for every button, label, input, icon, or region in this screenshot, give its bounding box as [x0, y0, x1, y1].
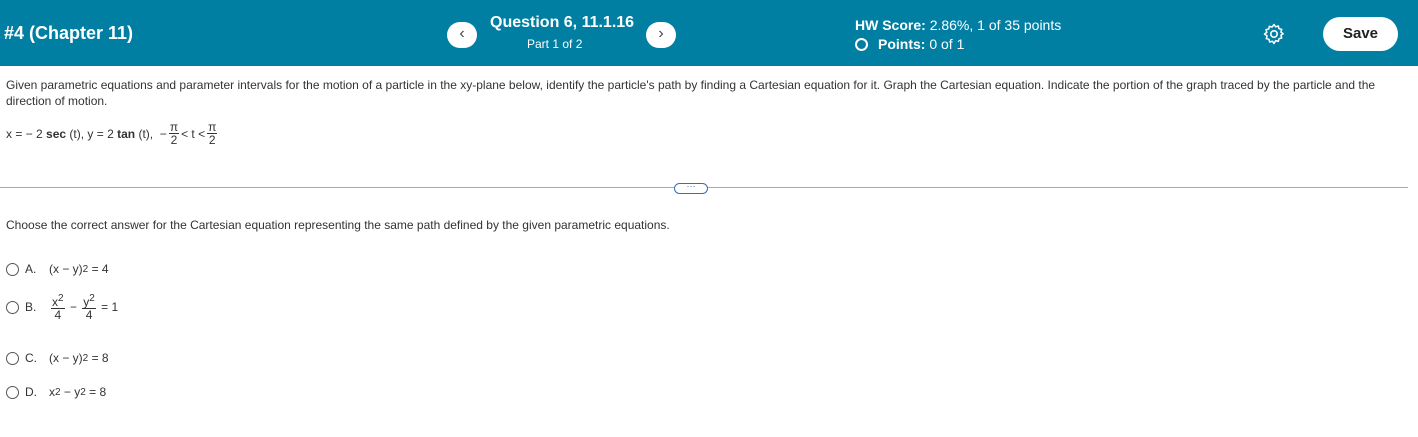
radio-button[interactable] [6, 351, 19, 365]
radio-button[interactable] [6, 300, 19, 314]
interval-middle: < t < [181, 126, 206, 141]
points-value: 0 of 1 [929, 36, 965, 52]
choice-base: (x − y) [49, 351, 83, 365]
x-squared-over-4: x2 4 [51, 293, 65, 321]
hw-score: HW Score: 2.86%, 1 of 35 points [855, 17, 1061, 33]
points-label: Points: [878, 36, 926, 52]
x-function: sec [46, 126, 67, 141]
choice-letter: B. [25, 300, 37, 314]
choice-exponent-y: 2 [80, 386, 86, 398]
radio-button[interactable] [6, 385, 19, 399]
interval-negative: − [159, 126, 167, 141]
interval-lower-fraction: π2 [168, 121, 180, 147]
fraction-exponent: 2 [58, 293, 64, 304]
choice-c[interactable]: C. (x − y) 2 = 8 [6, 351, 109, 365]
y-function: tan [117, 126, 136, 141]
choice-rhs: = 8 [89, 385, 107, 399]
choice-minus-y: − y [63, 385, 81, 399]
minus-sign: − [69, 300, 77, 314]
assignment-title: t #4 (Chapter 11) [0, 23, 134, 43]
x-equation-prefix: x = − 2 [6, 126, 43, 141]
choice-exponent: 2 [82, 352, 89, 364]
fraction-denominator: 2 [170, 133, 178, 147]
choice-letter: C. [25, 351, 37, 365]
radio-button[interactable] [6, 262, 19, 276]
question-part: Part 1 of 2 [527, 37, 583, 51]
choice-d[interactable]: D. x2 − y2 = 8 [6, 385, 106, 399]
choice-b[interactable]: B. x2 4 − y2 4 = 1 [6, 293, 118, 321]
previous-question-button[interactable]: ‹ [447, 22, 477, 48]
fraction-denominator: 4 [85, 308, 93, 322]
fraction-exponent: 2 [89, 293, 95, 304]
hw-score-label: HW Score: [855, 17, 926, 33]
points-status-icon [855, 37, 868, 51]
choice-exponent: 2 [82, 263, 89, 275]
y-argument: (t), [138, 126, 154, 141]
choice-letter: D. [25, 385, 37, 399]
save-button[interactable]: Save [1323, 17, 1398, 51]
hw-score-value: 2.86%, 1 of 35 points [929, 17, 1062, 33]
question-title: Question 6, 11.1.16 [490, 14, 635, 31]
question-prompt: Given parametric equations and parameter… [6, 78, 1376, 108]
top-bar: t #4 (Chapter 11) ‹ Question 6, 11.1.16 … [0, 0, 1418, 66]
choice-rhs: = 1 [101, 300, 119, 314]
choice-rhs: = 8 [91, 351, 109, 365]
fraction-denominator: 2 [208, 133, 216, 147]
choice-base: (x − y) [49, 262, 83, 276]
next-question-button[interactable]: › [646, 22, 676, 48]
choice-rhs: = 4 [91, 262, 109, 276]
points: Points: 0 of 1 [855, 36, 964, 52]
gear-icon[interactable] [1262, 22, 1286, 46]
choice-a[interactable]: A. (x − y) 2 = 4 [6, 262, 109, 276]
more-options-button[interactable]: ··· [674, 182, 708, 194]
parametric-equations: x = − 2 sec (t), y = 2 tan (t), − π2 < t… [6, 121, 219, 146]
y-squared-over-4: y2 4 [82, 293, 96, 321]
x-argument: (t), y = 2 [69, 126, 114, 141]
fraction-denominator: 4 [54, 308, 62, 322]
choice-letter: A. [25, 262, 37, 276]
choice-exponent-x: 2 [55, 386, 61, 398]
answer-instruction: Choose the correct answer for the Cartes… [6, 218, 670, 232]
interval-upper-fraction: π2 [207, 121, 218, 147]
